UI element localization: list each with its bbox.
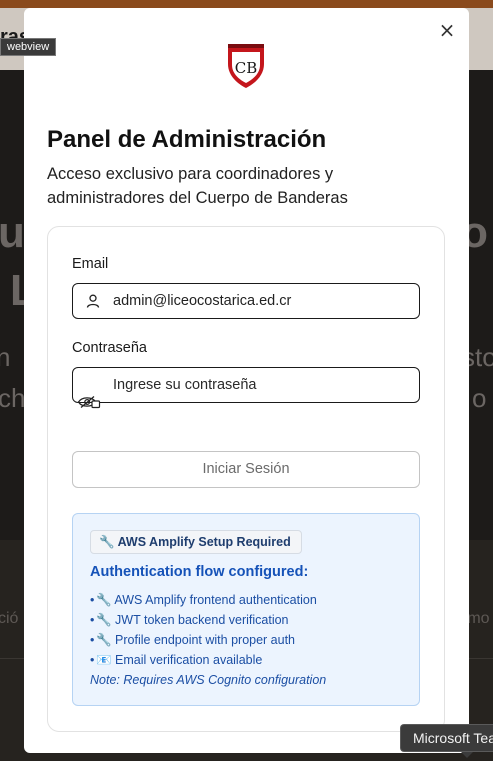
- shield-logo: CB: [228, 44, 264, 88]
- close-icon[interactable]: ×: [439, 20, 456, 40]
- background-lower-text: ció: [0, 610, 19, 627]
- background-hero-text: ch: [0, 383, 26, 413]
- list-item: • 🔧 JWT token backend verification: [90, 613, 289, 627]
- list-item: • 📧 Email verification available: [90, 653, 263, 667]
- admin-login-modal: × CB Panel de Administración Acceso excl…: [24, 8, 469, 753]
- list-item: • 🔧 Profile endpoint with proper auth: [90, 633, 296, 647]
- page-subtitle: Acceso exclusivo para coordinadores y ad…: [47, 165, 348, 207]
- background-top-bar: [0, 0, 493, 8]
- user-icon: [86, 294, 100, 308]
- background-hero-text: n: [0, 342, 11, 372]
- info-list: • 🔧 AWS Amplify frontend authentication •…: [90, 590, 317, 670]
- email-field[interactable]: admin@liceocostarica.ed.cr: [72, 283, 420, 319]
- login-form: Email admin@liceocostarica.ed.cr Contras…: [47, 226, 445, 732]
- webview-label: webview: [0, 38, 57, 56]
- status-badge: 🔧 AWS Amplify Setup Required: [90, 530, 302, 554]
- info-note: Note: Requires AWS Cognito configuration: [90, 673, 327, 687]
- password-placeholder: Ingrese su contraseña: [113, 377, 257, 393]
- eye-slash-icon[interactable]: [77, 395, 101, 409]
- password-field[interactable]: Ingrese su contraseña: [72, 367, 420, 409]
- page-title: Panel de Administración: [47, 126, 327, 153]
- info-heading: Authentication flow configured:: [90, 564, 309, 580]
- list-item: • 🔧 AWS Amplify frontend authentication: [90, 593, 317, 607]
- password-label: Contraseña: [72, 340, 147, 356]
- tooltip-arrow: [461, 752, 473, 758]
- taskbar-tooltip: Microsoft Teams: [400, 724, 493, 752]
- logo-letters: CB: [235, 59, 258, 77]
- login-button[interactable]: Iniciar Sesión: [72, 451, 420, 488]
- background-hero-text: o: [472, 383, 487, 413]
- email-label: Email: [72, 256, 109, 272]
- background-hero-text: u: [0, 208, 25, 257]
- email-value: admin@liceocostarica.ed.cr: [113, 293, 292, 309]
- aws-setup-notice: 🔧 AWS Amplify Setup Required Authenticat…: [72, 513, 420, 706]
